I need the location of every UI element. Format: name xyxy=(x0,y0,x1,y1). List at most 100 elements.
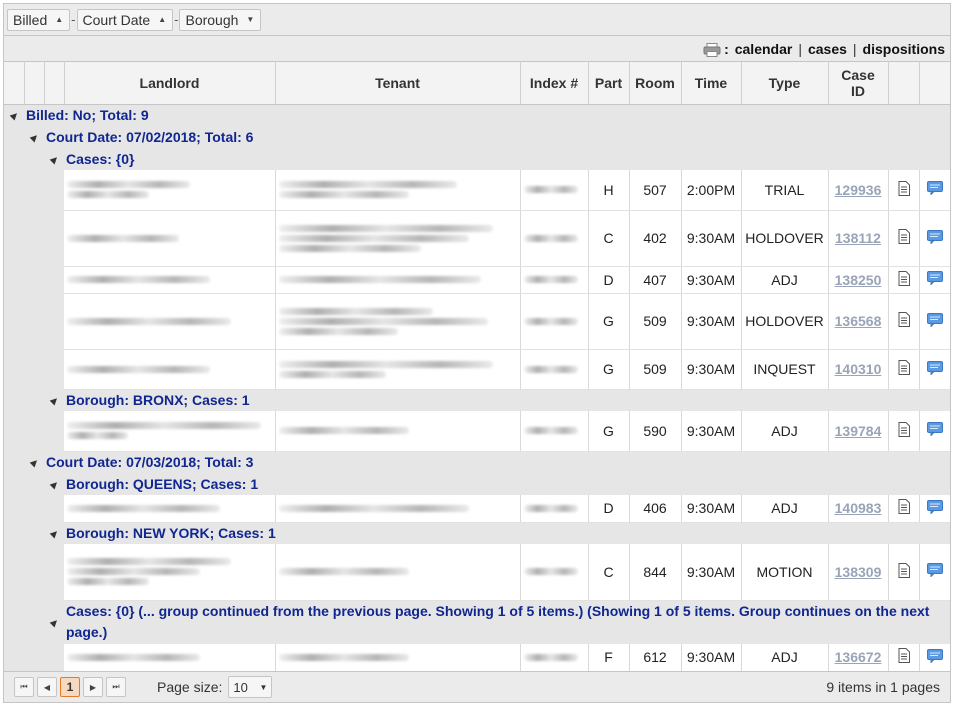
group-chip-borough[interactable]: Borough ▼ xyxy=(179,8,262,31)
room-cell: 402 xyxy=(629,210,682,267)
index-cell-redacted xyxy=(520,170,589,211)
table-row[interactable]: H 507 2:00PM TRIAL 129936 xyxy=(4,170,950,211)
document-icon[interactable] xyxy=(898,421,910,437)
document-cell xyxy=(888,411,920,452)
column-header-room[interactable]: Room xyxy=(629,62,682,105)
sort-asc-icon: ▲ xyxy=(158,15,167,24)
case-id-link[interactable]: 136672 xyxy=(835,649,882,665)
group-header-text: Court Date: 07/02/2018; Total: 6 xyxy=(44,126,950,148)
table-row[interactable]: F 612 9:30AM ADJ 136672 xyxy=(4,644,950,672)
document-icon[interactable] xyxy=(898,229,910,244)
part-cell: C xyxy=(588,210,630,267)
part-cell: H xyxy=(588,170,630,211)
comment-icon[interactable] xyxy=(927,229,943,244)
column-header-tenant[interactable]: Tenant xyxy=(275,62,521,105)
landlord-cell-redacted xyxy=(64,210,276,267)
case-id-cell: 140310 xyxy=(828,349,889,390)
case-id-link[interactable]: 138250 xyxy=(835,272,882,288)
next-page-button[interactable]: ▶ xyxy=(83,677,103,697)
collapse-toggle[interactable]: ▶ xyxy=(24,126,44,148)
collapse-toggle[interactable]: ▶ xyxy=(24,451,44,473)
document-icon[interactable] xyxy=(898,180,910,196)
table-row[interactable]: G 509 9:30AM INQUEST 140310 xyxy=(4,349,950,390)
table-row[interactable]: D 406 9:30AM ADJ 140983 xyxy=(4,495,950,523)
cases-link[interactable]: cases xyxy=(808,41,847,57)
column-header-time[interactable]: Time xyxy=(681,62,742,105)
comment-icon[interactable] xyxy=(927,360,943,375)
collapse-toggle[interactable]: ▶ xyxy=(44,148,64,170)
group-panel: Billed ▲ - Court Date ▲ - Borough ▼ xyxy=(4,4,950,36)
collapse-toggle[interactable]: ▶ xyxy=(4,104,24,126)
dispositions-link[interactable]: dispositions xyxy=(863,41,945,57)
collapse-toggle[interactable]: ▶ xyxy=(44,389,64,411)
case-id-link[interactable]: 139784 xyxy=(835,423,882,439)
column-header-part[interactable]: Part xyxy=(588,62,630,105)
document-icon[interactable] xyxy=(898,648,910,664)
case-id-link[interactable]: 136568 xyxy=(835,313,882,329)
table-row[interactable]: C 844 9:30AM MOTION 138309 xyxy=(4,544,950,601)
case-id-link[interactable]: 138112 xyxy=(835,230,881,246)
column-header-type[interactable]: Type xyxy=(741,62,829,105)
printer-icon[interactable] xyxy=(703,42,721,57)
collapse-toggle[interactable]: ▶ xyxy=(44,473,64,495)
case-id-link[interactable]: 140310 xyxy=(835,361,882,377)
comment-icon[interactable] xyxy=(927,563,943,578)
time-cell: 9:30AM xyxy=(681,495,742,523)
group-chip-label: Court Date xyxy=(82,11,151,28)
room-cell: 612 xyxy=(629,644,682,672)
toolbar-colon: : xyxy=(724,40,729,57)
case-id-link[interactable]: 129936 xyxy=(835,182,882,198)
collapse-arrow-icon: ▶ xyxy=(7,108,20,121)
index-cell-redacted xyxy=(520,210,589,267)
comment-icon[interactable] xyxy=(927,499,943,514)
table-row[interactable]: G 509 9:30AM HOLDOVER 136568 xyxy=(4,293,950,350)
prev-page-button[interactable]: ◀ xyxy=(37,677,57,697)
type-cell: ADJ xyxy=(741,411,829,452)
room-cell: 507 xyxy=(629,170,682,211)
time-cell: 9:30AM xyxy=(681,266,742,294)
collapse-toggle[interactable]: ▶ xyxy=(44,600,64,644)
tenant-cell-redacted xyxy=(275,495,521,523)
comment-icon[interactable] xyxy=(927,271,943,285)
part-cell: F xyxy=(588,644,630,672)
pager-info: 9 items in 1 pages xyxy=(826,679,940,695)
table-row[interactable]: D 407 9:30AM ADJ 138250 xyxy=(4,266,950,294)
page-1-button[interactable]: 1 xyxy=(60,677,80,697)
group-header-text: Borough: NEW YORK; Cases: 1 xyxy=(64,522,950,544)
document-icon[interactable] xyxy=(898,499,910,515)
column-header-actions xyxy=(888,62,920,105)
document-icon[interactable] xyxy=(898,312,910,327)
column-header-case-id[interactable]: Case ID xyxy=(828,62,889,105)
group-chip-court-date[interactable]: Court Date ▲ xyxy=(76,8,174,31)
comment-icon[interactable] xyxy=(927,422,943,437)
time-cell: 9:30AM xyxy=(681,544,742,601)
type-cell: MOTION xyxy=(741,544,829,601)
document-cell xyxy=(888,544,920,601)
document-icon[interactable] xyxy=(898,270,910,286)
case-id-link[interactable]: 140983 xyxy=(835,500,882,516)
type-cell: ADJ xyxy=(741,266,829,294)
document-icon[interactable] xyxy=(898,562,910,578)
column-header-index[interactable]: Index # xyxy=(520,62,589,105)
tenant-cell-redacted xyxy=(275,210,521,267)
room-cell: 407 xyxy=(629,266,682,294)
comment-icon[interactable] xyxy=(927,181,943,196)
column-header-landlord[interactable]: Landlord xyxy=(64,62,276,105)
toolbar-divider: | xyxy=(798,40,802,57)
last-page-button[interactable]: ⏭ xyxy=(106,677,126,697)
comment-icon[interactable] xyxy=(927,648,943,663)
table-row[interactable]: C 402 9:30AM HOLDOVER 138112 xyxy=(4,210,950,267)
header-row: Landlord Tenant Index # Part Room Time T… xyxy=(4,62,950,105)
calendar-link[interactable]: calendar xyxy=(735,41,793,57)
document-icon[interactable] xyxy=(898,360,910,375)
case-id-cell: 136568 xyxy=(828,293,889,350)
index-cell-redacted xyxy=(520,349,589,390)
collapse-toggle[interactable]: ▶ xyxy=(44,522,64,544)
first-page-button[interactable]: ⏮ xyxy=(14,677,34,697)
type-cell: TRIAL xyxy=(741,170,829,211)
page-size-select[interactable]: 10 ▼ xyxy=(228,676,273,698)
group-chip-billed[interactable]: Billed ▲ xyxy=(7,8,71,31)
case-id-link[interactable]: 138309 xyxy=(835,564,882,580)
comment-icon[interactable] xyxy=(927,312,943,327)
table-row[interactable]: G 590 9:30AM ADJ 139784 xyxy=(4,411,950,452)
